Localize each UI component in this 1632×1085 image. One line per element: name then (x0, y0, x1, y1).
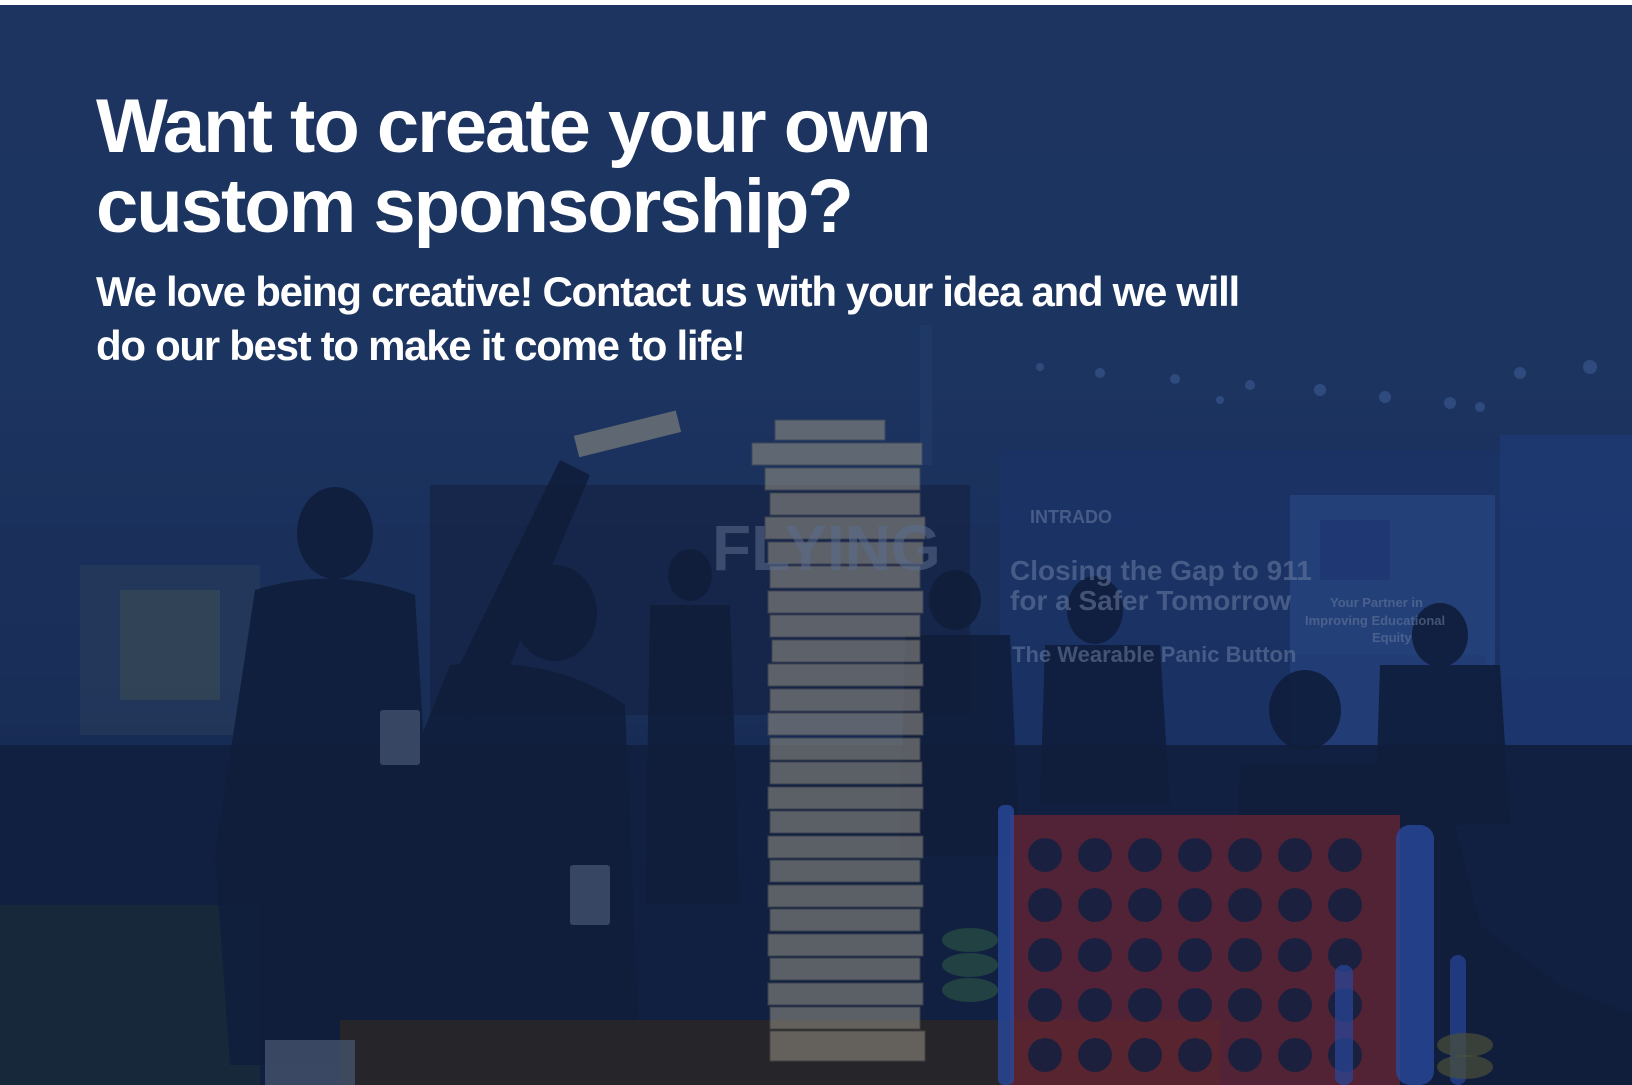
headline-line: custom sponsorship? (96, 164, 854, 249)
subheadline-line: do our best to make it come to life! (96, 322, 746, 369)
headline-line: Want to create your own (96, 84, 932, 169)
headline: Want to create your own custom sponsorsh… (96, 87, 1196, 247)
hero-banner: FLYING INTRADO Closing the Gap to 911 fo… (0, 5, 1632, 1085)
subheadline: We love being creative! Contact us with … (96, 265, 1336, 373)
subheadline-line: We love being creative! Contact us with … (96, 268, 1240, 315)
